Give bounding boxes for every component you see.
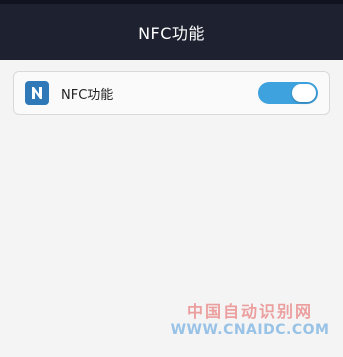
- nfc-setting-label: NFC功能: [61, 88, 114, 103]
- page-title: NFC功能: [138, 24, 205, 43]
- nfc-icon: [25, 81, 49, 105]
- title-bar: NFC功能: [0, 0, 343, 60]
- nfc-setting-row[interactable]: NFC功能: [13, 71, 330, 115]
- nfc-toggle-switch[interactable]: [258, 82, 318, 104]
- watermark-site-name: 中国自动识别网: [186, 302, 313, 321]
- status-strip: [0, 0, 343, 4]
- toggle-knob: [292, 84, 316, 102]
- watermark-url: WWW.CNAIDC.COM: [170, 322, 330, 338]
